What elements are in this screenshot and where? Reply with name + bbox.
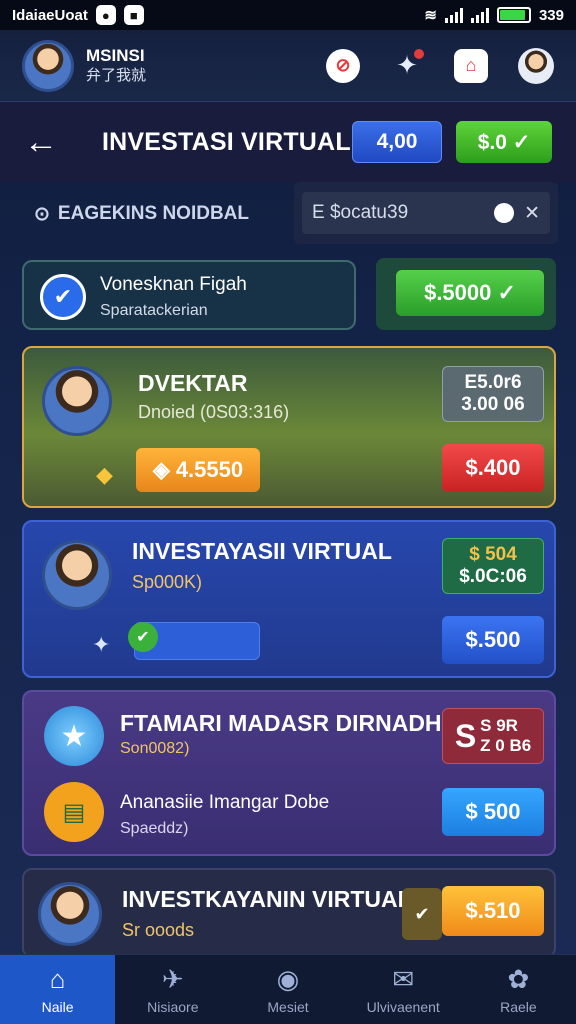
row-title: Ananasiie Imangar Dobe xyxy=(120,792,330,813)
price-badge: E5.0r6 3.00 06 xyxy=(442,366,544,422)
cash-button[interactable]: $.0 ✓ xyxy=(456,121,552,163)
tab-home[interactable]: ⌂ Naile xyxy=(0,955,116,1024)
invest-button[interactable]: $.500 xyxy=(442,616,544,664)
profile-icon[interactable] xyxy=(518,47,554,84)
app-notification-icon: ■ xyxy=(123,5,144,25)
tab-missions[interactable]: ✈ Nisiaore xyxy=(115,955,230,1024)
home-icon: ⌂ xyxy=(49,964,66,994)
shield-check-icon: ✔ xyxy=(40,274,86,320)
user-avatar[interactable] xyxy=(22,39,74,92)
search-input[interactable]: E $ocatu39 ✕ xyxy=(302,192,550,234)
wallet-icon: ▤ xyxy=(44,782,104,842)
bottom-tab-bar: ⌂ Naile ✈ Nisiaore ◉ Mesiet ✉ Ulvivaenen… xyxy=(0,954,576,1024)
record-icon[interactable] xyxy=(494,203,515,223)
card-subtitle: Sr ooods xyxy=(122,920,195,940)
search-row: ⊙ EAGEKINS NOIDBAL E $ocatu39 ✕ xyxy=(0,182,576,246)
card-subtitle: Son0082) xyxy=(120,740,190,757)
search-box: E $ocatu39 ✕ xyxy=(294,182,558,244)
price-badge: S S 9R Z 0 B6 xyxy=(442,708,544,764)
status-bar: IdaiaeUoat ● ■ ≋ 339 xyxy=(0,0,576,30)
sell-button[interactable]: $.400 xyxy=(442,444,544,492)
carrier-label: IdaiaeUoat xyxy=(12,6,88,24)
arrow-left-icon[interactable]: ← xyxy=(24,123,74,162)
card-title: INVESTAYASII VIRTUAL xyxy=(132,538,392,564)
card-title: INVESTKAYANIN VIRTUAL xyxy=(122,886,412,912)
plane-icon: ✈ xyxy=(161,964,184,994)
title-bar: ← INVESTASI VIRTUAL 4,00 $.0 ✓ xyxy=(0,102,576,182)
tab-investments[interactable]: ✉ Ulvivaenent xyxy=(346,955,461,1024)
star-icon[interactable]: ✦ xyxy=(390,48,424,83)
signal-icon xyxy=(470,7,489,23)
avatar xyxy=(42,540,112,610)
grid-icon: ✿ xyxy=(507,964,530,994)
tab-more[interactable]: ✿ Raele xyxy=(461,955,576,1024)
page-title: INVESTASI VIRTUAL xyxy=(102,127,351,156)
buy-button[interactable]: ◈ 4.5550 xyxy=(136,448,260,492)
close-icon[interactable]: ✕ xyxy=(524,202,540,225)
app-header: MSINSI 弁了我就 ⊘ ✦ ⌂ xyxy=(0,30,576,102)
investment-card[interactable]: INVESTKAYANIN VIRTUAL Sr ooods ✔ $.510 xyxy=(22,868,556,958)
battery-icon xyxy=(496,7,531,23)
wifi-icon: ≋ xyxy=(424,7,437,24)
gem-icon: ◈ xyxy=(152,457,170,482)
search-icon: ⊙ xyxy=(34,203,50,225)
investment-card[interactable]: DVEKTAR Dnoied (0S03:316) E5.0r6 3.00 06… xyxy=(22,346,556,508)
card-subtitle: Sp000K) xyxy=(132,572,203,592)
promo-card[interactable]: ✔ Vonesknan Figah Sparatackerian xyxy=(22,260,356,330)
check-circle-icon: ✔ xyxy=(128,622,158,652)
promo-subtitle: Sparatackerian xyxy=(100,302,208,319)
alert-icon[interactable]: ⊘ xyxy=(326,48,360,83)
invest-button[interactable]: $.510 xyxy=(442,886,544,936)
app-notification-icon: ● xyxy=(95,5,116,25)
signal-icon xyxy=(444,7,463,23)
promo-cta-button[interactable]: $.5000 ✓ xyxy=(396,270,544,316)
avatar xyxy=(42,366,112,436)
user-subtitle: 弁了我就 xyxy=(86,66,147,84)
balance-button[interactable]: 4,00 xyxy=(352,121,442,163)
card-title: FTAMARI MADASR DIRNADHA xyxy=(120,710,459,736)
avatar xyxy=(38,882,102,946)
diamond-icon: ◆ xyxy=(96,462,113,487)
price-badge: $ 504 $.0C:06 xyxy=(442,538,544,594)
clock: 339 xyxy=(538,6,564,24)
chat-icon: ◉ xyxy=(276,964,300,994)
search-label[interactable]: ⊙ EAGEKINS NOIDBAL xyxy=(34,203,249,226)
tab-messages[interactable]: ◉ Mesiet xyxy=(230,955,345,1024)
card-title: DVEKTAR xyxy=(138,370,248,396)
invest-button[interactable]: $ 500 xyxy=(442,788,544,836)
promo-cta-wrap: $.5000 ✓ xyxy=(376,258,556,330)
star-badge-icon: ★ xyxy=(44,706,104,766)
card-subtitle: Dnoied (0S03:316) xyxy=(138,402,290,422)
chevron-down-icon[interactable]: ✔ xyxy=(402,888,442,940)
investment-card[interactable]: ★ FTAMARI MADASR DIRNADHA Son0082) S S 9… xyxy=(22,690,556,856)
home-icon[interactable]: ⌂ xyxy=(454,48,488,83)
investment-card[interactable]: INVESTAYASII VIRTUAL Sp000K) $ 504 $.0C:… xyxy=(22,520,556,678)
mail-icon: ✉ xyxy=(392,964,415,994)
row-subtitle: Spaeddz) xyxy=(120,820,189,837)
promo-title: Vonesknan Figah xyxy=(100,274,247,295)
user-name: MSINSI xyxy=(86,46,145,66)
star-icon: ✦ xyxy=(92,632,111,657)
